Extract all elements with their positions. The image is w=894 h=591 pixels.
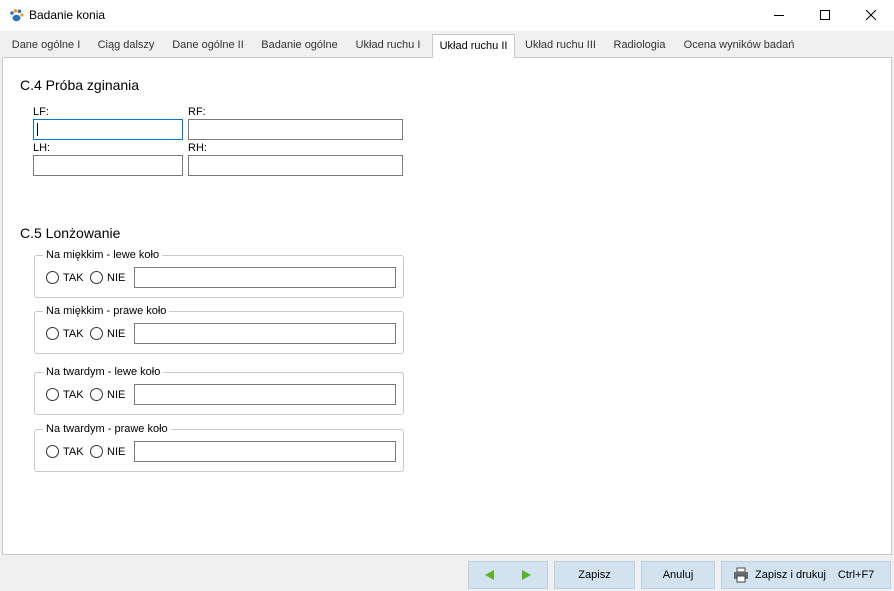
- tab-uklad-ruchu-1[interactable]: Układ ruchu I: [348, 34, 428, 57]
- note-input[interactable]: [134, 441, 396, 462]
- radio-nie-label: NIE: [107, 328, 126, 340]
- radio-nie-label: NIE: [107, 389, 126, 401]
- radio-tak-label: TAK: [63, 272, 84, 284]
- radio-nie[interactable]: [90, 327, 103, 340]
- save-button[interactable]: Zapisz: [554, 561, 635, 589]
- note-input[interactable]: [134, 384, 396, 405]
- radio-tak[interactable]: [46, 388, 59, 401]
- tab-radiologia[interactable]: Radiologia: [606, 34, 673, 57]
- minimize-icon: [774, 15, 784, 16]
- group-miekkie-lewe: Na miękkim - lewe koło TAK NIE: [34, 249, 404, 298]
- maximize-icon: [820, 10, 830, 20]
- printer-icon: [734, 567, 748, 583]
- radio-nie-label: NIE: [107, 446, 126, 458]
- radio-tak[interactable]: [46, 271, 59, 284]
- nav-buttons: [468, 561, 548, 589]
- section-title-c5: C.5 Lonżowanie: [20, 225, 121, 241]
- radio-tak[interactable]: [46, 445, 59, 458]
- radio-tak-label: TAK: [63, 389, 84, 401]
- tab-dane-ogolne-1[interactable]: Dane ogólne I: [5, 34, 87, 57]
- rh-input[interactable]: [188, 155, 403, 176]
- tab-content-panel: C.4 Próba zginania LF: RF: LH: RH: C.5 L…: [2, 57, 892, 555]
- radio-tak-label: TAK: [63, 328, 84, 340]
- group-legend: Na miękkim - prawe koło: [43, 305, 170, 317]
- shortcut-label: Ctrl+F7: [837, 569, 875, 581]
- rh-label: RH:: [188, 142, 207, 154]
- radio-nie[interactable]: [90, 388, 103, 401]
- tab-ciag-dalszy[interactable]: Ciąg dalszy: [91, 34, 161, 57]
- window-title: Badanie konia: [29, 8, 106, 22]
- minimize-button[interactable]: [756, 0, 802, 30]
- lf-input[interactable]: [33, 119, 183, 140]
- title-bar: Badanie konia: [0, 0, 894, 31]
- save-print-button[interactable]: Zapisz i drukuj Ctrl+F7: [721, 561, 891, 589]
- next-arrow-icon[interactable]: [522, 570, 531, 580]
- group-legend: Na twardym - lewe koło: [43, 366, 164, 378]
- group-legend: Na twardym - prawe koło: [43, 423, 171, 435]
- close-icon: [866, 10, 876, 20]
- text-caret: [37, 123, 38, 136]
- note-input[interactable]: [134, 267, 396, 288]
- cancel-button[interactable]: Anuluj: [641, 561, 715, 589]
- radio-nie[interactable]: [90, 445, 103, 458]
- group-legend: Na miękkim - lewe koło: [43, 249, 163, 261]
- lh-label: LH:: [33, 142, 51, 154]
- note-input[interactable]: [134, 323, 396, 344]
- rf-label: RF:: [188, 106, 206, 118]
- radio-nie-label: NIE: [107, 272, 126, 284]
- tab-uklad-ruchu-2[interactable]: Układ ruchu II: [432, 34, 515, 58]
- lh-input[interactable]: [33, 155, 183, 176]
- tab-strip: Dane ogólne I Ciąg dalszy Dane ogólne II…: [0, 34, 894, 58]
- tab-dane-ogolne-2[interactable]: Dane ogólne II: [165, 34, 251, 57]
- tab-uklad-ruchu-3[interactable]: Układ ruchu III: [519, 34, 602, 57]
- section-title-c4: C.4 Próba zginania: [20, 77, 140, 93]
- maximize-button[interactable]: [802, 0, 848, 30]
- radio-tak-label: TAK: [63, 446, 84, 458]
- rf-input[interactable]: [188, 119, 403, 140]
- close-button[interactable]: [848, 0, 894, 30]
- radio-tak[interactable]: [46, 327, 59, 340]
- tab-badanie-ogolne[interactable]: Badanie ogólne: [255, 34, 344, 57]
- lf-label: LF:: [33, 106, 49, 118]
- tab-ocena-wynikow[interactable]: Ocena wyników badań: [677, 34, 801, 57]
- previous-arrow-icon[interactable]: [485, 570, 494, 580]
- group-twarde-lewe: Na twardym - lewe koło TAK NIE: [34, 366, 404, 415]
- group-miekkie-prawe: Na miękkim - prawe koło TAK NIE: [34, 305, 404, 354]
- group-twarde-prawe: Na twardym - prawe koło TAK NIE: [34, 423, 404, 472]
- radio-nie[interactable]: [90, 271, 103, 284]
- paw-icon: [10, 9, 24, 22]
